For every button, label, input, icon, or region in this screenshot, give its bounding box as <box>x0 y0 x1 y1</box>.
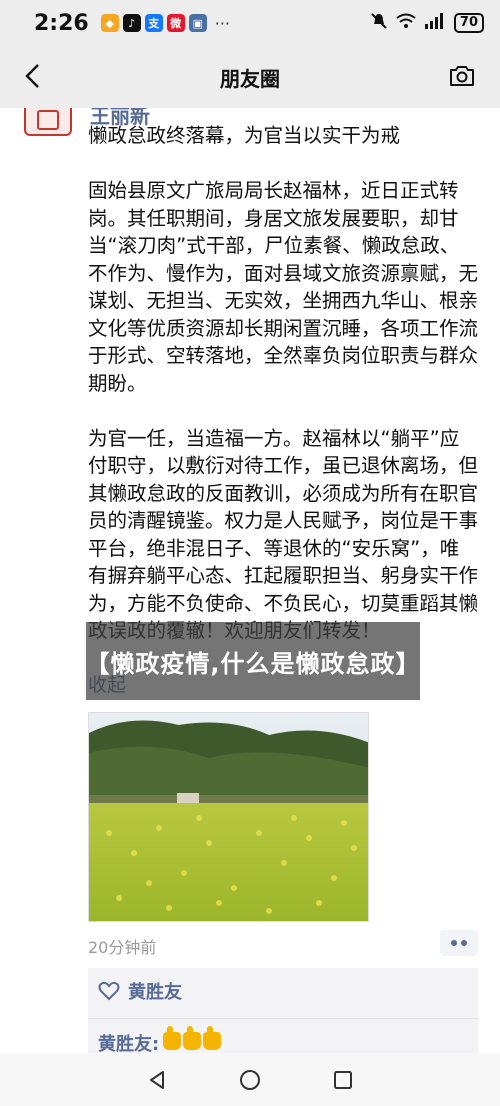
likes-comments-box: 黄胜友 黄胜友: <box>88 968 478 1053</box>
chevron-left-icon <box>25 64 39 88</box>
post-paragraph-2: 为官一任，当造福一方。赵福林以“躺平”应付职守，以敷衍对待工作，虽已退休离场，但… <box>88 426 479 643</box>
post-paragraph-1: 固始县原文广旅局局长赵福林，近日正式转岗。其任职期间，身居文旅发展要职，却甘当“… <box>88 179 479 395</box>
square-recents-icon <box>334 1070 353 1089</box>
status-bar: 2:26 ◆ ♪ 支 微 ▣ ··· 70 <box>0 0 500 46</box>
pin-app-icon: ◆ <box>100 14 119 32</box>
battery-icon: 70 <box>453 13 484 33</box>
nav-bar: 朋友圈 <box>0 46 500 108</box>
weibo-icon: 微 <box>166 14 185 32</box>
gallery-icon: ▣ <box>188 14 207 32</box>
thumbs-up-icon <box>163 1025 182 1050</box>
status-app-icons: ◆ ♪ 支 微 ▣ ··· <box>100 13 230 33</box>
alipay-icon: 支 <box>144 14 163 32</box>
thumbs-up-icon <box>183 1025 202 1050</box>
signal-icon <box>424 13 446 33</box>
triangle-back-icon <box>149 1070 164 1089</box>
liker-name[interactable]: 黄胜友 <box>128 978 182 1004</box>
camera-icon <box>450 66 474 86</box>
back-button[interactable] <box>14 58 50 94</box>
dot-icon <box>451 940 457 946</box>
moments-feed[interactable]: 王丽新 懒政怠政终落幕，为官当以实干为戒 固始县原文广旅局局长赵福林，近日正式转… <box>0 108 500 1053</box>
circle-home-icon <box>239 1069 260 1090</box>
overlay-text: 【懒政疫情,什么是懒政怠政】 <box>85 649 421 678</box>
heart-icon <box>98 981 120 1001</box>
status-right-icons: 70 <box>370 12 484 34</box>
status-more-indicator: ··· <box>214 13 230 33</box>
comment-row[interactable]: 黄胜友: <box>98 1025 222 1054</box>
system-home-button[interactable] <box>236 1066 264 1094</box>
system-recents-button[interactable] <box>329 1066 357 1094</box>
post-text: 懒政怠政终落幕，为官当以实干为戒 固始县原文广旅局局长赵福林，近日正式转岗。其任… <box>88 122 478 672</box>
post-timestamp: 20分钟前 <box>88 938 157 957</box>
tiktok-icon: ♪ <box>122 14 141 32</box>
dot-icon <box>461 940 467 946</box>
system-back-button[interactable] <box>143 1066 171 1094</box>
camera-button[interactable] <box>446 60 478 92</box>
likes-row: 黄胜友 <box>98 978 182 1004</box>
landscape-photo <box>89 713 368 921</box>
comment-author[interactable]: 黄胜友: <box>98 1030 159 1053</box>
status-time: 2:26 <box>34 10 89 36</box>
avatar[interactable] <box>24 108 72 136</box>
page-title: 朋友圈 <box>220 66 280 91</box>
comment-text <box>161 1025 222 1054</box>
divider <box>88 1018 478 1019</box>
wifi-icon <box>396 13 416 33</box>
mute-icon <box>370 12 388 34</box>
post-photo[interactable] <box>88 712 369 922</box>
overlay-banner: 【懒政疫情,什么是懒政怠政】 <box>85 622 421 700</box>
thumbs-up-icon <box>203 1025 222 1050</box>
post-paragraph-title: 懒政怠政终落幕，为官当以实干为戒 <box>88 124 401 147</box>
post-actions-button[interactable] <box>440 930 478 956</box>
system-nav-bar <box>0 1053 500 1106</box>
